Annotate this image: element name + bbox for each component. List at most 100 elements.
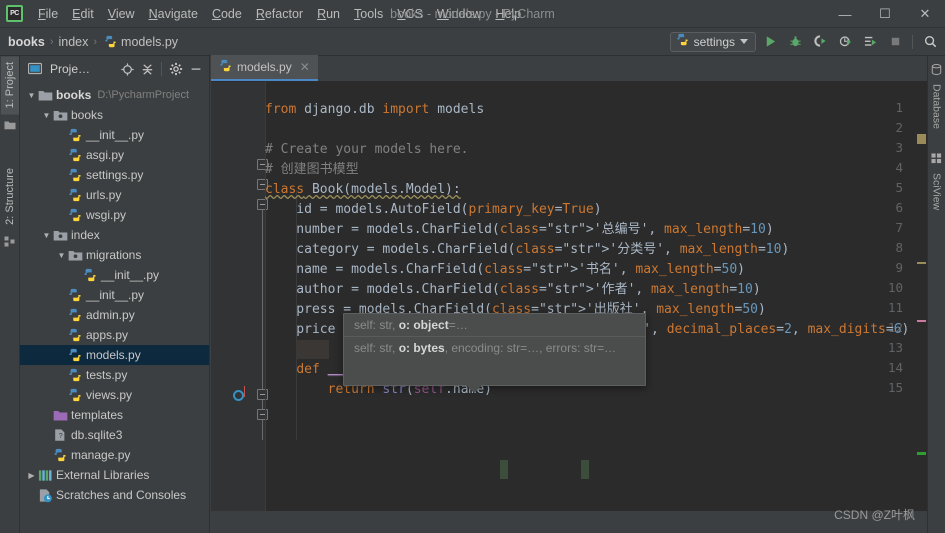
override-arrow-icon [244, 386, 245, 397]
project-tree[interactable]: ▼ books D:\PycharmProject ▼ books __init__.p… [20, 82, 209, 505]
todo-marker[interactable] [917, 320, 926, 322]
tree-node-views-py[interactable]: views.py [20, 385, 209, 405]
breadcrumb-project[interactable]: books [8, 35, 45, 49]
collapse-all-icon[interactable] [138, 60, 156, 78]
chevron-down-icon[interactable] [740, 39, 748, 44]
toolbar-divider [912, 34, 913, 49]
python-config-icon [676, 33, 689, 51]
tree-node-db-sqlite3[interactable]: ? db.sqlite3 [20, 425, 209, 445]
chevron-down-icon[interactable]: ▼ [56, 251, 67, 260]
tree-node-manage-py[interactable]: manage.py [20, 445, 209, 465]
tree-node-asgi-py[interactable]: asgi.py [20, 145, 209, 165]
python-icon [67, 207, 83, 223]
tree-node--init-py[interactable]: __init__.py [20, 265, 209, 285]
tree-node-wsgi-py[interactable]: wsgi.py [20, 205, 209, 225]
settings-gear-icon[interactable] [167, 60, 185, 78]
chevron-down-icon[interactable]: ▼ [41, 231, 52, 240]
sidebar-item-sciview[interactable]: SciView [931, 173, 943, 210]
tree-node-external-libraries[interactable]: ▶ External Libraries [20, 465, 209, 485]
sidebar-item-database[interactable]: Database [931, 84, 943, 129]
tree-node-books[interactable]: ▼ books [20, 105, 209, 125]
code-line-1[interactable]: from django.db import models [265, 100, 484, 120]
code-line-3[interactable]: # Create your models here. [265, 140, 469, 160]
stop-icon[interactable] [884, 31, 906, 53]
code-line-4[interactable]: # 创建图书模型 [265, 160, 359, 180]
close-icon[interactable]: ✕ [905, 0, 945, 28]
chevron-down-icon[interactable]: ▼ [41, 111, 52, 120]
sidebar-item-project[interactable]: 1: Project [0, 56, 19, 115]
menu-item-navigate[interactable]: Navigate [142, 4, 205, 24]
tree-node-tests-py[interactable]: tests.py [20, 365, 209, 385]
menu-item-help[interactable]: Help [488, 4, 528, 24]
python-icon [67, 367, 83, 383]
menu-item-view[interactable]: View [101, 4, 142, 24]
override-method-icon[interactable] [233, 390, 244, 401]
menu-item-vcs[interactable]: VCS [390, 4, 430, 24]
tree-node-models-py[interactable]: models.py [20, 345, 209, 365]
code-line-8[interactable]: category = models.CharField(class="str">… [265, 240, 789, 260]
profile-icon[interactable] [834, 31, 856, 53]
code-line-5[interactable]: class Book(models.Model): [265, 180, 461, 200]
code-line-7[interactable]: number = models.CharField(class="str">'总… [265, 220, 773, 240]
tree-node-settings-py[interactable]: settings.py [20, 165, 209, 185]
menu-item-tools[interactable]: Tools [347, 4, 390, 24]
minimize-icon[interactable]: — [825, 0, 865, 28]
tree-node-migrations[interactable]: ▼ migrations [20, 245, 209, 265]
folder-icon [37, 87, 53, 103]
line-number: 5 [895, 180, 903, 195]
menu-item-window[interactable]: Window [430, 4, 488, 24]
tree-node-apps-py[interactable]: apps.py [20, 325, 209, 345]
code-line-9[interactable]: name = models.CharField(class="str">'书名'… [265, 260, 745, 280]
breadcrumb-app[interactable]: index [58, 35, 88, 49]
fold-marker-return[interactable] [257, 409, 268, 420]
menu-item-code[interactable]: Code [205, 4, 249, 24]
tree-node-scratches-and-consoles[interactable]: Scratches and Consoles [20, 485, 209, 505]
chevron-down-icon[interactable]: ▼ [26, 91, 37, 100]
warning-marker[interactable] [917, 262, 926, 264]
tree-node-label: apps.py [86, 328, 129, 342]
param-prefix: self: str, [354, 341, 399, 355]
sidebar-item-structure[interactable]: 2: Structure [1, 162, 19, 231]
menu-item-edit[interactable]: Edit [65, 4, 101, 24]
menu-item-run[interactable]: Run [310, 4, 347, 24]
code-canvas[interactable]: 1 2 3 4 5 6 7 8 9 10 11 12 13 14 15 from django.db imp… [211, 82, 927, 533]
editor-gutter[interactable] [211, 82, 265, 533]
run-configuration-selector[interactable]: settings [669, 31, 756, 52]
tree-node-urls-py[interactable]: urls.py [20, 185, 209, 205]
error-stripe-column[interactable] [916, 108, 927, 533]
tree-node-index[interactable]: ▼ index [20, 225, 209, 245]
menu-item-file[interactable]: File [31, 4, 65, 24]
right-tool-stripe: Database SciView [927, 56, 945, 533]
line-number: 14 [887, 360, 903, 375]
tree-node-books[interactable]: ▼ books D:\PycharmProject [20, 85, 209, 105]
warning-marker-block[interactable] [917, 134, 926, 144]
code-line-6[interactable]: id = models.AutoField(primary_key=True) [265, 200, 601, 220]
locate-icon[interactable] [118, 60, 136, 78]
chevron-right-icon[interactable]: ▶ [26, 471, 37, 480]
tree-node-templates[interactable]: templates [20, 405, 209, 425]
run-with-params-icon[interactable] [859, 31, 881, 53]
search-everywhere-icon[interactable] [919, 31, 941, 53]
main-menu[interactable]: File Edit View Navigate Code Refactor Run Tools… [31, 4, 528, 24]
coverage-icon[interactable] [809, 31, 831, 53]
breadcrumb-file[interactable]: models.py [121, 35, 178, 49]
python-icon [67, 327, 83, 343]
tree-node-label: settings.py [86, 168, 144, 182]
debug-icon[interactable] [784, 31, 806, 53]
tree-node--init-py[interactable]: __init__.py [20, 285, 209, 305]
vcs-change-marker[interactable] [917, 452, 926, 455]
code-line-10[interactable]: author = models.CharField(class="str">'作… [265, 280, 760, 300]
menu-item-refactor[interactable]: Refactor [249, 4, 310, 24]
status-bar [211, 511, 927, 533]
hide-panel-icon[interactable] [187, 60, 205, 78]
editor-tab-models-py[interactable]: models.py ✕ [211, 55, 318, 81]
tree-node--init-py[interactable]: __init__.py [20, 125, 209, 145]
run-icon[interactable] [759, 31, 781, 53]
close-tab-icon[interactable]: ✕ [300, 60, 310, 74]
tree-node-admin-py[interactable]: admin.py [20, 305, 209, 325]
maximize-icon[interactable]: ☐ [865, 0, 905, 28]
